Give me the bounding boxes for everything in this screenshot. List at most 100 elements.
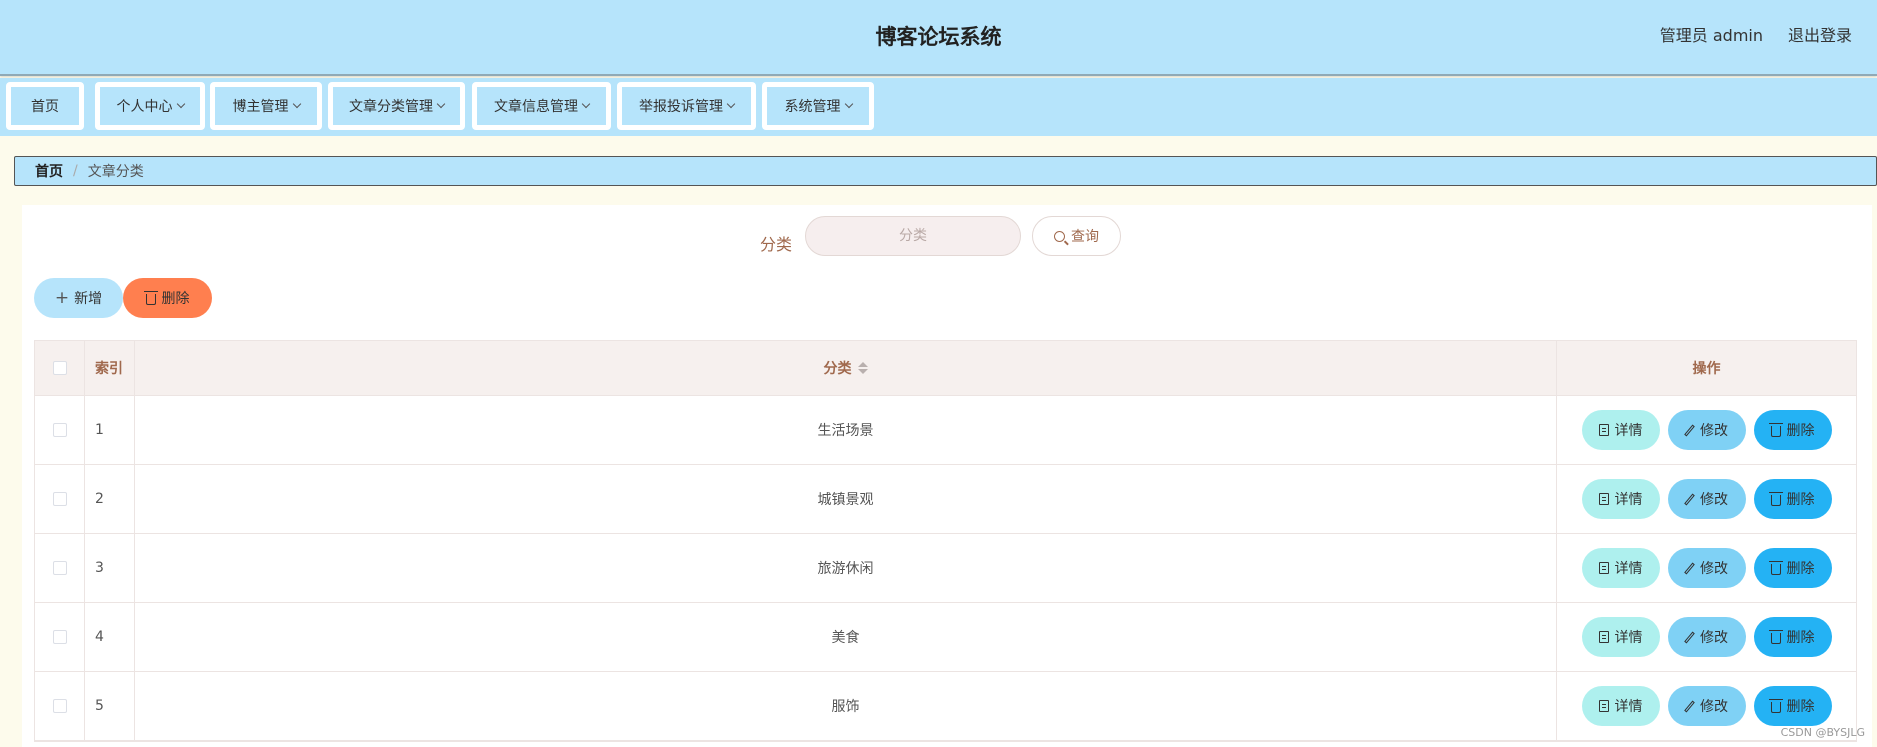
row-index: 2 xyxy=(85,465,135,533)
menu-item-report-management[interactable]: 举报投诉管理 xyxy=(617,82,756,130)
plus-icon: + xyxy=(54,288,70,308)
row-category-name: 生活场景 xyxy=(135,396,1557,464)
app-title: 博客论坛系统 xyxy=(875,25,1002,49)
menu-item-label: 博主管理 xyxy=(232,99,289,115)
detail-button[interactable]: 详情 xyxy=(1581,686,1660,726)
menu-item-personal-center[interactable]: 个人中心 xyxy=(95,82,205,130)
row-checkbox[interactable] xyxy=(52,630,67,644)
menu-item-home[interactable]: 首页 xyxy=(6,82,84,130)
row-category-name: 城镇景观 xyxy=(135,465,1557,533)
delete-button[interactable]: 删除 xyxy=(1753,617,1832,657)
delete-button-label: 删除 xyxy=(1786,630,1815,646)
chevron-down-icon xyxy=(844,99,853,109)
header-select-cell xyxy=(35,341,85,395)
chevron-down-icon xyxy=(176,99,185,109)
header-category[interactable]: 分类 xyxy=(135,341,1557,395)
detail-button[interactable]: 详情 xyxy=(1581,617,1660,657)
table-header: 索引 分类 操作 xyxy=(35,341,1856,396)
current-user: 管理员 admin xyxy=(1659,26,1763,45)
edit-button-label: 修改 xyxy=(1700,423,1728,439)
detail-button-label: 详情 xyxy=(1614,492,1643,508)
sort-icon[interactable] xyxy=(857,362,868,374)
chevron-down-icon xyxy=(726,99,736,109)
menu-item-label: 举报投诉管理 xyxy=(639,99,723,115)
edit-pen-icon xyxy=(1684,700,1695,712)
trash-icon xyxy=(1768,491,1783,506)
trash-icon xyxy=(1768,698,1783,713)
add-button[interactable]: + 新增 xyxy=(34,278,123,318)
delete-button-label: 删除 xyxy=(1786,699,1815,715)
trash-icon xyxy=(143,290,158,305)
edit-button-label: 修改 xyxy=(1700,630,1728,646)
edit-button[interactable]: 修改 xyxy=(1667,686,1746,726)
row-checkbox[interactable] xyxy=(52,699,67,713)
menu-item-system-management[interactable]: 系统管理 xyxy=(762,82,874,130)
breadcrumb-current: 文章分类 xyxy=(87,164,144,180)
edit-pen-icon xyxy=(1684,493,1695,505)
detail-button-label: 详情 xyxy=(1614,561,1643,577)
search-button-label: 查询 xyxy=(1071,229,1099,245)
row-category-name: 旅游休闲 xyxy=(135,534,1557,602)
edit-pen-icon xyxy=(1684,631,1695,643)
batch-delete-button[interactable]: 删除 xyxy=(123,278,212,318)
delete-button-label: 删除 xyxy=(1786,561,1815,577)
menu-item-label: 首页 xyxy=(31,99,59,115)
header-ops: 操作 xyxy=(1692,361,1721,377)
watermark: CSDN @BYSJLG xyxy=(1780,726,1865,739)
edit-button[interactable]: 修改 xyxy=(1667,548,1746,588)
header-category-label: 分类 xyxy=(823,361,852,377)
chevron-down-icon xyxy=(581,99,591,109)
detail-button[interactable]: 详情 xyxy=(1581,548,1660,588)
batch-delete-label: 删除 xyxy=(161,291,190,307)
detail-button[interactable]: 详情 xyxy=(1581,479,1660,519)
delete-button[interactable]: 删除 xyxy=(1753,410,1832,450)
breadcrumb-home[interactable]: 首页 xyxy=(35,161,63,181)
trash-icon xyxy=(1768,560,1783,575)
row-checkbox[interactable] xyxy=(52,492,67,506)
document-icon xyxy=(1598,562,1609,574)
document-icon xyxy=(1598,631,1609,643)
edit-button-label: 修改 xyxy=(1700,561,1728,577)
select-all-checkbox[interactable] xyxy=(52,361,67,375)
edit-button[interactable]: 修改 xyxy=(1667,617,1746,657)
row-checkbox[interactable] xyxy=(52,423,67,437)
delete-button-label: 删除 xyxy=(1786,492,1815,508)
detail-button[interactable]: 详情 xyxy=(1581,410,1660,450)
table-row: 1 生活场景 详情 修改 删除 xyxy=(35,396,1856,465)
table-row: 2 城镇景观 详情 修改 删除 xyxy=(35,465,1856,534)
category-search-input[interactable] xyxy=(805,216,1021,256)
edit-pen-icon xyxy=(1684,562,1695,574)
row-checkbox[interactable] xyxy=(52,561,67,575)
menu-item-label: 文章分类管理 xyxy=(349,99,433,115)
table-row: 3 旅游休闲 详情 修改 删除 xyxy=(35,534,1856,603)
delete-button[interactable]: 删除 xyxy=(1753,479,1832,519)
trash-icon xyxy=(1768,422,1783,437)
edit-button-label: 修改 xyxy=(1700,492,1728,508)
add-button-label: 新增 xyxy=(74,291,103,307)
row-index: 1 xyxy=(85,396,135,464)
row-index: 5 xyxy=(85,672,135,740)
delete-button[interactable]: 删除 xyxy=(1753,548,1832,588)
search-button[interactable]: 查询 xyxy=(1032,216,1121,256)
breadcrumb-separator: / xyxy=(73,163,78,179)
edit-button[interactable]: 修改 xyxy=(1667,479,1746,519)
table-row: 4 美食 详情 修改 删除 xyxy=(35,603,1856,672)
menu-item-blogger-management[interactable]: 博主管理 xyxy=(210,82,322,130)
menu-item-label: 文章信息管理 xyxy=(494,99,578,115)
menu-item-article-management[interactable]: 文章信息管理 xyxy=(472,82,611,130)
category-table: 索引 分类 操作 1 生活场景 详情 修改 删除 2 城镇景观 详情 修改 删除… xyxy=(34,340,1857,742)
row-index: 4 xyxy=(85,603,135,671)
edit-button[interactable]: 修改 xyxy=(1667,410,1746,450)
chevron-down-icon xyxy=(436,99,446,109)
breadcrumb: 首页 / 文章分类 xyxy=(14,156,1877,186)
detail-button-label: 详情 xyxy=(1614,699,1643,715)
menu-item-category-management[interactable]: 文章分类管理 xyxy=(328,82,465,130)
delete-button-label: 删除 xyxy=(1786,423,1815,439)
document-icon xyxy=(1598,493,1609,505)
row-category-name: 美食 xyxy=(135,603,1557,671)
content-panel: 分类 查询 + 新增 删除 索引 分类 操作 1 生活场景 详情 xyxy=(22,205,1872,747)
header-index: 索引 xyxy=(85,341,135,395)
delete-button[interactable]: 删除 xyxy=(1753,686,1832,726)
edit-button-label: 修改 xyxy=(1700,699,1728,715)
logout-link[interactable]: 退出登录 xyxy=(1788,0,1852,74)
